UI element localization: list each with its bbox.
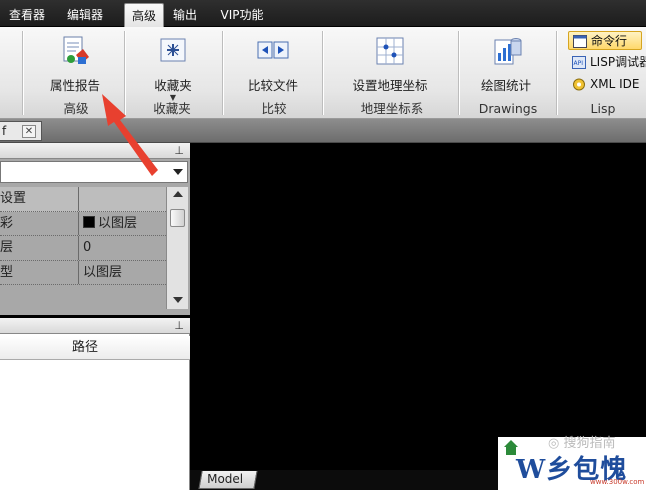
favorites-icon (160, 38, 186, 62)
property-name: 设置 (0, 191, 27, 206)
property-name: 层 (0, 240, 14, 255)
property-report-icon (63, 36, 89, 64)
drawing-stats-icon (494, 38, 522, 65)
xml-ide-button[interactable]: XML IDE (568, 75, 644, 94)
ribbon-separator (322, 31, 323, 115)
menu-tab-editor[interactable]: 编辑器 (60, 3, 110, 27)
property-row[interactable]: 层 0 (0, 236, 166, 261)
command-line-label: 命令行 (591, 34, 628, 48)
panel-title-advanced: 高级 (63, 101, 89, 116)
panel-title-drawings: Drawings (478, 101, 538, 116)
properties-scrollbar[interactable] (166, 187, 188, 309)
scrollbar-thumb[interactable] (170, 209, 185, 227)
property-row[interactable]: 设置 (0, 187, 166, 212)
model-tab[interactable]: Model (198, 471, 258, 489)
pin-icon[interactable]: ⊥ (174, 144, 184, 157)
watermark-url: www.300w.com (590, 478, 645, 486)
property-name: 彩 (0, 215, 14, 231)
panel-title-geo: 地理坐标系 (360, 101, 424, 116)
ribbon-separator (124, 31, 125, 115)
properties-grid: 设置 彩 以图层 层 0 型 以图层 (0, 187, 166, 285)
property-report-label: 属性报告 (49, 78, 100, 93)
menu-bar: 查看器 编辑器 高级 输出 VIP功能 (0, 0, 646, 27)
files-panel: ⊥ 路径 (0, 318, 190, 490)
document-tab-label: f (2, 124, 7, 138)
files-panel-header: ⊥ (0, 318, 190, 334)
panel-title-favorites: 收藏夹 (153, 101, 191, 116)
files-column-header[interactable]: 路径 (0, 336, 190, 360)
drawing-stats-button[interactable]: 绘图统计 (470, 31, 542, 97)
path-column-label: 路径 (72, 340, 99, 355)
favorites-label: 收藏夹 (154, 78, 192, 93)
properties-panel: ⊥ 设置 彩 以图层 层 0 型 以图层 (0, 143, 190, 315)
lisp-debugger-label: LISP调试器 (590, 55, 646, 69)
lisp-debugger-icon: API (572, 56, 586, 69)
ribbon-separator (556, 31, 557, 115)
ribbon-separator (458, 31, 459, 115)
command-line-icon (573, 35, 587, 48)
pin-icon[interactable]: ⊥ (174, 319, 184, 332)
property-value[interactable]: 以图层 (78, 260, 166, 284)
property-name: 型 (0, 264, 14, 280)
geo-coords-icon (376, 37, 404, 65)
ribbon: 属性报告 高级 收藏夹 ▼ 收藏夹 比较文件 比较 设置地理坐标 地理坐标系 绘… (0, 27, 646, 119)
property-value-color[interactable]: 以图层 (78, 211, 166, 235)
lisp-debugger-button[interactable]: API LISP调试器 (568, 53, 646, 72)
color-swatch (83, 215, 95, 228)
xml-ide-label: XML IDE (590, 77, 640, 91)
set-geo-coords-label: 设置地理坐标 (352, 78, 428, 93)
document-tab[interactable]: f ✕ (0, 121, 42, 141)
compare-files-button[interactable]: 比较文件 (240, 31, 306, 97)
object-type-select[interactable] (0, 161, 188, 183)
ribbon-separator (22, 31, 23, 115)
set-geo-coords-button[interactable]: 设置地理坐标 (340, 31, 440, 97)
property-value (78, 187, 166, 211)
property-value[interactable]: 0 (78, 236, 166, 260)
scroll-down-icon[interactable] (173, 297, 183, 303)
color-value-text: 以图层 (98, 215, 138, 231)
close-icon[interactable]: ✕ (22, 125, 36, 138)
properties-panel-header: ⊥ (0, 143, 190, 159)
compare-files-label: 比较文件 (247, 78, 298, 93)
menu-tab-vip[interactable]: VIP功能 (216, 3, 268, 27)
property-row[interactable]: 型 以图层 (0, 260, 166, 285)
panel-title-lisp: Lisp (590, 101, 616, 116)
svg-text:API: API (574, 60, 584, 67)
command-line-button[interactable]: 命令行 (568, 31, 642, 50)
scroll-up-icon[interactable] (173, 191, 183, 197)
xml-ide-icon (573, 78, 585, 91)
menu-tab-output[interactable]: 输出 (168, 3, 202, 27)
document-tab-strip: f ✕ (0, 119, 646, 143)
chevron-down-icon[interactable] (173, 169, 183, 175)
model-tab-label: Model (207, 472, 244, 486)
compare-files-icon (257, 41, 289, 59)
menu-tab-advanced[interactable]: 高级 (124, 3, 164, 27)
property-row[interactable]: 彩 以图层 (0, 211, 166, 236)
drawing-stats-label: 绘图统计 (480, 78, 531, 93)
ribbon-separator (222, 31, 223, 115)
property-report-button[interactable]: 属性报告 (34, 31, 116, 97)
panel-title-compare: 比较 (261, 101, 287, 116)
favorites-button[interactable]: 收藏夹 ▼ (140, 31, 206, 102)
menu-tab-viewer[interactable]: 查看器 (2, 3, 52, 27)
